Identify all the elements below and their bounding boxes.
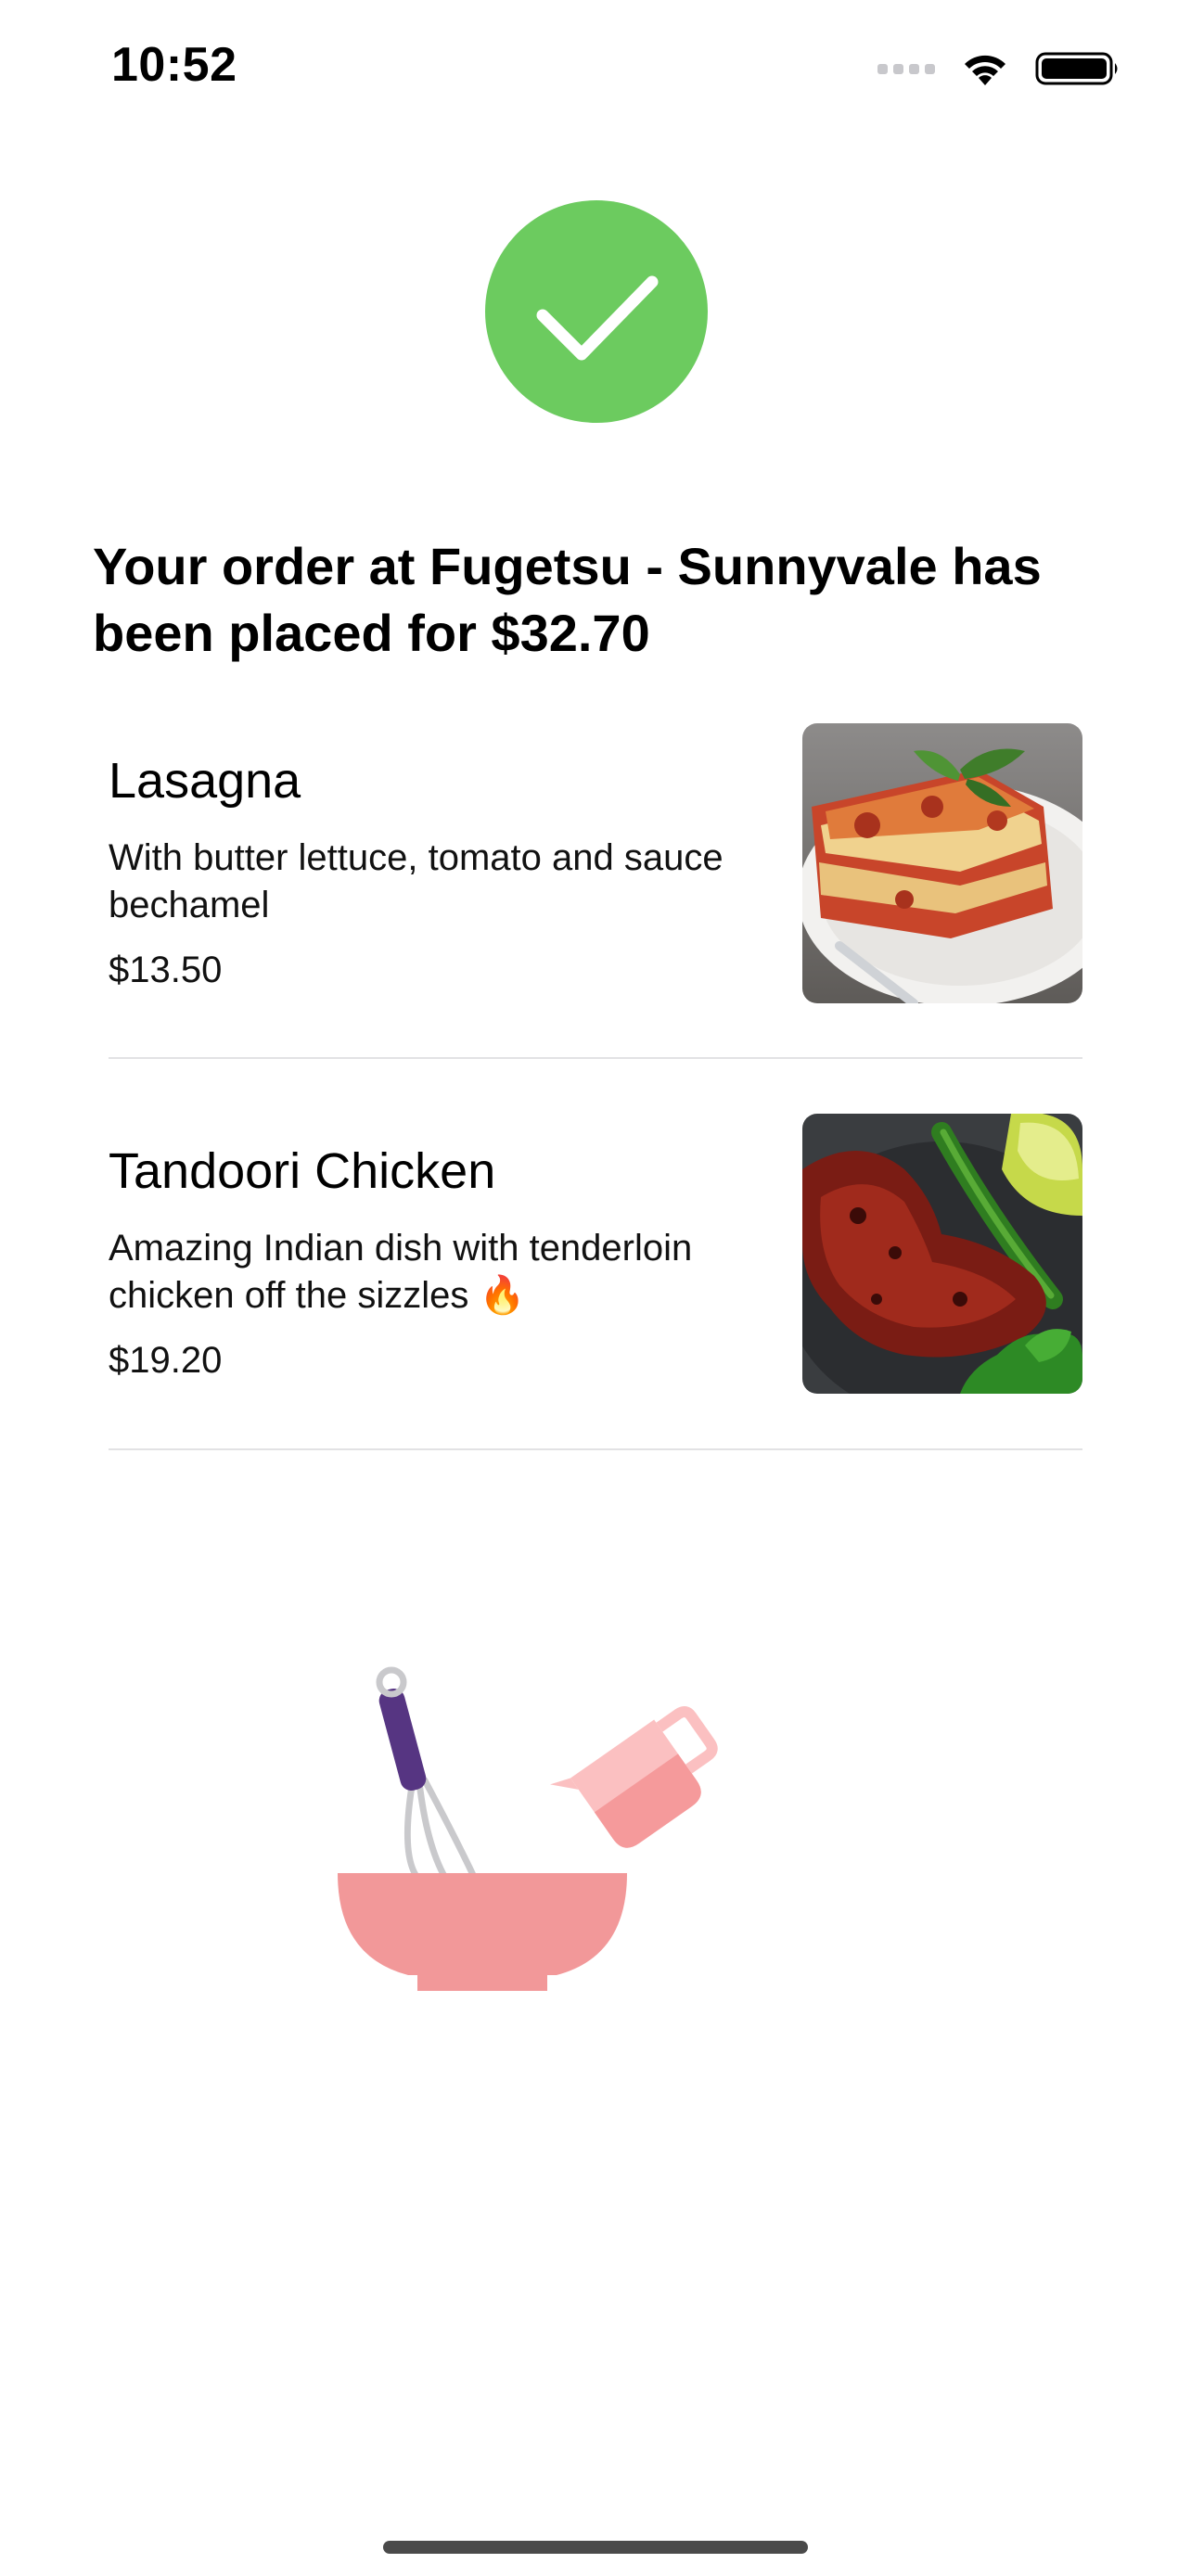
battery-icon bbox=[1035, 52, 1118, 85]
tandoori-chicken-photo bbox=[802, 1114, 1082, 1394]
home-indicator[interactable] bbox=[383, 2541, 808, 2554]
lasagna-photo bbox=[802, 723, 1082, 1003]
item-description: Amazing Indian dish with tenderloin chic… bbox=[109, 1228, 693, 1316]
status-bar: 10:52 bbox=[0, 0, 1191, 130]
item-price: $19.20 bbox=[109, 1340, 223, 1381]
success-check-icon bbox=[485, 200, 708, 423]
order-item-text: Tandoori Chicken Amazing Indian dish wit… bbox=[109, 1114, 813, 1383]
item-price: $13.50 bbox=[109, 950, 223, 990]
wifi-icon bbox=[965, 55, 1005, 85]
divider bbox=[109, 1448, 1082, 1450]
status-time: 10:52 bbox=[111, 38, 237, 92]
item-name: Lasagna bbox=[109, 753, 301, 809]
order-item: Lasagna With butter lettuce, tomato and … bbox=[109, 723, 1082, 1003]
mixing-bowl-whisk-measuring-cup-icon bbox=[338, 1666, 718, 1991]
order-confirmation-headline: Your order at Fugetsu - Sunnyvale has be… bbox=[93, 537, 1042, 662]
item-description: With butter lettuce, tomato and sauce be… bbox=[109, 837, 724, 925]
order-item: Tandoori Chicken Amazing Indian dish wit… bbox=[109, 1114, 1082, 1394]
item-name: Tandoori Chicken bbox=[109, 1143, 496, 1199]
cellular-signal-icon bbox=[877, 63, 935, 74]
divider bbox=[109, 1057, 1082, 1059]
status-icons bbox=[877, 46, 1121, 91]
order-item-text: Lasagna With butter lettuce, tomato and … bbox=[109, 723, 813, 992]
